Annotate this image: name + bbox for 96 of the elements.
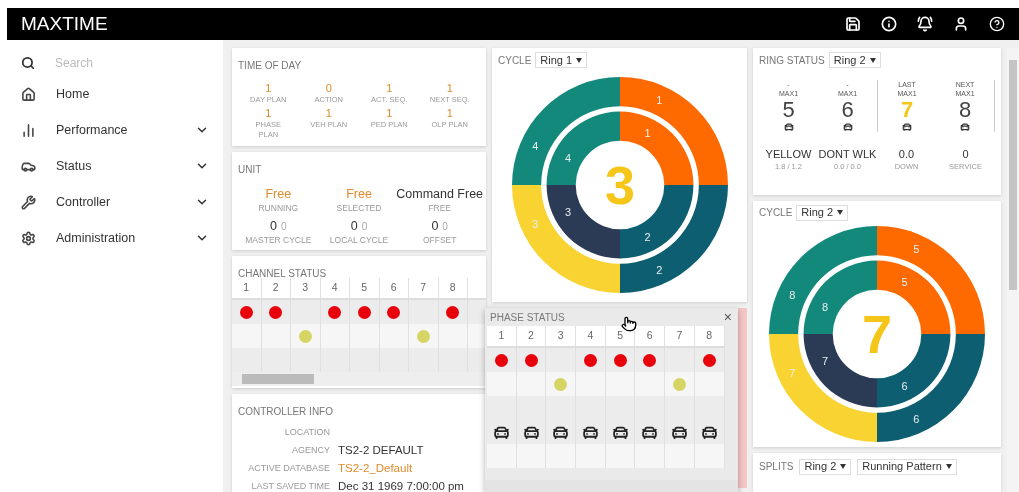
info-label: LOCATION	[283, 426, 330, 440]
info-label: LAST SAVED TIME	[250, 480, 330, 492]
nav-item[interactable]: Administration	[21, 220, 209, 256]
column-header: 3	[546, 326, 577, 346]
column-header: 8	[438, 278, 468, 298]
phase-number: 8	[958, 98, 972, 122]
nav-item[interactable]: Home	[21, 76, 209, 112]
info-label: ACTIVE DATABASE	[247, 462, 330, 476]
car-icon	[842, 122, 853, 132]
close-button[interactable]: ×	[723, 310, 732, 324]
cycle-label: MASTER CYCLE	[245, 233, 312, 247]
nav-item[interactable]: Performance	[21, 112, 209, 148]
ring-dropdown[interactable]: Ring 1	[535, 52, 588, 68]
home-icon	[21, 86, 36, 102]
scrollbar[interactable]	[1007, 48, 1019, 492]
column-header: 4	[320, 278, 350, 298]
column-header: 3	[291, 278, 321, 298]
stat-value: 0	[962, 148, 969, 161]
column-header: 1	[487, 326, 517, 346]
bell-icon[interactable]	[917, 16, 933, 32]
info-value: TS2-2 DEFAULT	[338, 443, 424, 459]
panel-title: CYCLE	[759, 206, 793, 221]
panel-title: CONTROLLER INFO	[238, 406, 333, 417]
info-value: Dec 31 1969 7:00:00 pm	[338, 479, 464, 492]
save-icon[interactable]	[845, 16, 861, 32]
column-header: 2	[516, 326, 547, 346]
ring-dropdown[interactable]: Ring 2	[828, 52, 881, 68]
gear-icon	[21, 230, 36, 246]
car-icon	[902, 122, 912, 132]
field-value: 1	[386, 107, 393, 120]
car-icon	[783, 122, 794, 132]
field-value: 0	[325, 82, 332, 95]
column-header: 1	[232, 278, 262, 298]
cycle-value: 0	[270, 218, 277, 234]
cycle-sub-value: 0	[442, 219, 448, 234]
column-header: 5	[350, 278, 380, 298]
scrollbar[interactable]	[232, 372, 486, 386]
mode-value: Command Free	[396, 186, 484, 202]
nav-item[interactable]: Status	[21, 148, 209, 184]
pattern-dropdown[interactable]: Running Pattern	[857, 458, 957, 475]
ring-dropdown[interactable]: Ring 2	[796, 204, 849, 221]
cycle-sub-value: 0	[281, 219, 287, 234]
panel-title: SPLITS	[759, 460, 794, 475]
panel-title: PHASE STATUS	[490, 310, 565, 325]
caret-down-icon	[576, 57, 583, 63]
column-header: 2	[261, 278, 291, 298]
field-value: 1	[386, 82, 393, 95]
mode-label: RUNNING	[258, 202, 299, 215]
wrench-icon	[21, 194, 36, 210]
info-label: AGENCY	[291, 444, 330, 458]
mode-label: SELECTED	[336, 202, 382, 215]
field-value: 1	[446, 82, 453, 95]
scrollbar[interactable]	[485, 480, 738, 492]
column-header: 8	[694, 326, 725, 346]
info-value: TS2-2_Default	[338, 461, 413, 477]
app-title: MAXTIME	[21, 11, 109, 36]
help-icon[interactable]	[989, 16, 1005, 32]
phase-number: 6	[841, 98, 854, 122]
search-field[interactable]: Search	[55, 54, 195, 72]
info-icon[interactable]	[881, 16, 897, 32]
mode-value: Free	[265, 186, 292, 202]
stat-value: DONT WLK	[818, 148, 877, 161]
field-value: 1	[446, 107, 453, 120]
panel-title: CHANNEL STATUS	[238, 268, 327, 279]
bar-chart-icon	[21, 122, 36, 138]
stat-value: YELLOW	[765, 148, 812, 161]
caret-down-icon	[869, 57, 876, 63]
cycle-sub-value: 0	[361, 219, 368, 234]
column-header: 7	[665, 326, 695, 346]
field-value: 1	[325, 107, 332, 120]
cycle-label: LOCAL CYCLE	[329, 233, 389, 247]
cycle-value: 0	[350, 218, 358, 234]
cycle-label: OFFSET	[422, 233, 457, 247]
phase-number: 5	[782, 98, 795, 122]
phase-number: 7	[900, 98, 914, 122]
field-value: 1	[265, 82, 272, 95]
user-icon[interactable]	[953, 16, 969, 32]
mode-value: Free	[346, 186, 372, 202]
column-header: 6	[379, 278, 409, 298]
column-header: 4	[576, 326, 606, 346]
panel-title: TIME OF DAY	[238, 60, 302, 71]
column-header: 7	[409, 278, 439, 298]
caret-down-icon	[840, 464, 847, 470]
mode-label: FREE	[428, 202, 451, 215]
car-icon	[960, 122, 970, 132]
panel-title: RING STATUS	[759, 53, 825, 68]
caret-down-icon	[945, 464, 952, 470]
caret-down-icon	[837, 210, 844, 216]
stat-value: 0.0	[898, 148, 915, 161]
search-icon	[21, 56, 35, 70]
panel-title: CYCLE	[498, 53, 532, 68]
ring-dropdown[interactable]: Ring 2	[799, 458, 852, 475]
field-value: 1	[265, 107, 272, 120]
nav-item[interactable]: Controller	[21, 184, 209, 220]
panel-title: UNIT	[238, 164, 262, 175]
cycle-value: 0	[431, 218, 439, 234]
